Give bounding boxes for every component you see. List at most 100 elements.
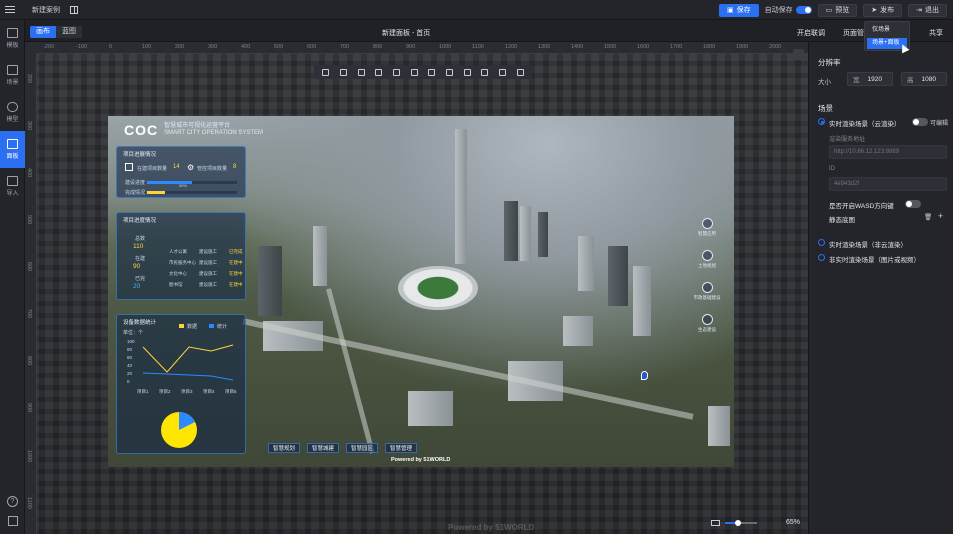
debug-toggle-link[interactable]: 开启联调 <box>797 28 825 38</box>
map-pin-icon[interactable] <box>641 371 648 380</box>
tab-canvas[interactable]: 画布 <box>30 26 56 38</box>
wasd-label: 是否开启WASD方向键 <box>829 203 894 210</box>
ruler-tick: 800 <box>26 356 32 366</box>
table-cell: 已完成 <box>229 249 243 254</box>
table-cell: 在建中 <box>229 271 243 276</box>
preview-button[interactable]: ▭ 预览 <box>817 3 858 17</box>
tab-smart-construction[interactable]: 智慧城建 <box>307 443 340 453</box>
smart-app-icon[interactable]: 智慧应用 <box>691 218 723 237</box>
distribute-h-icon[interactable] <box>463 68 471 76</box>
legend-swatch <box>179 324 184 328</box>
y-tick-label: 80 <box>127 347 133 352</box>
align-toolbar <box>314 65 532 79</box>
editable-toggle[interactable] <box>912 118 928 126</box>
zoom-slider-handle[interactable] <box>735 519 741 526</box>
autosave-toggle[interactable] <box>795 6 812 14</box>
nav-template[interactable]: 模板 <box>0 20 25 57</box>
fullscreen-icon[interactable] <box>7 516 18 526</box>
legend-swatch <box>209 324 214 328</box>
progress-track <box>147 181 237 184</box>
nav-model[interactable]: 模型 <box>0 94 25 131</box>
ruler-tick: 900 <box>406 44 416 50</box>
server-address-input[interactable]: http://10.66.12.123:8889 <box>829 145 947 159</box>
panel-title: 项目进度情况 <box>123 218 157 224</box>
width-input[interactable]: 宽 1920 <box>847 72 893 86</box>
ruler-tick: 800 <box>373 44 383 50</box>
delete-icon[interactable]: 🗑 <box>924 213 932 221</box>
y-tick-label: 0 <box>127 379 130 384</box>
align-top-icon[interactable] <box>410 68 418 76</box>
building <box>520 206 531 261</box>
nav-panel[interactable]: 面板 <box>0 131 25 168</box>
layers-icon[interactable] <box>793 49 804 60</box>
image-icon[interactable] <box>516 68 524 76</box>
panel-icon <box>7 139 18 149</box>
keyboard-icon[interactable] <box>711 519 720 526</box>
progress-fill <box>147 191 165 194</box>
tab-smart-management[interactable]: 智慧管理 <box>385 443 418 453</box>
layout-grid-icon[interactable] <box>70 5 78 14</box>
project-progress-panel[interactable]: 项目进展情况 在建项目数量 14 ⚙ 管控项目数量 8 建设进度 50% 完成情… <box>116 146 246 198</box>
tab-smart-park[interactable]: 智慧园区 <box>346 443 379 453</box>
option-cloud-render[interactable]: 实时渲染场景（云渲染） <box>829 118 901 128</box>
nav-import[interactable]: 导入 <box>0 168 25 205</box>
help-icon[interactable]: ? <box>7 496 18 507</box>
tab-smart-planning[interactable]: 智慧规划 <box>268 443 301 453</box>
align-right-icon[interactable] <box>392 68 400 76</box>
ecology-icon[interactable]: 生态建设 <box>691 314 723 333</box>
horizontal-ruler: -200 -100 0 100 200 300 400 500 600 700 800 900 1000… <box>37 42 808 54</box>
municipal-icon[interactable]: 市政基础建设 <box>691 282 723 301</box>
case-name[interactable]: 新建案例 <box>32 5 60 15</box>
publish-button[interactable]: ➤ 发布 <box>863 3 903 17</box>
y-tick-label: 60 <box>127 355 133 360</box>
x-tick-label: 项目3 <box>181 389 193 395</box>
editable-label: 可编辑 <box>930 121 949 127</box>
ruler-tick: 300 <box>26 121 32 131</box>
ruler-tick: 0 <box>109 44 113 50</box>
dashboard-preview[interactable]: COC 智慧城市可视化运营平台 SMART CITY OPERATION SYS… <box>108 116 734 467</box>
zoom-slider[interactable] <box>725 519 757 526</box>
series-line-blue <box>142 372 234 381</box>
tab-blueprint[interactable]: 蓝图 <box>56 26 82 38</box>
table-cell: 建设施工 <box>199 271 217 276</box>
ruler-tick: 1700 <box>670 44 683 50</box>
ruler-corner <box>25 42 37 54</box>
align-center-h-icon[interactable] <box>375 68 383 76</box>
project-schedule-panel[interactable]: 项目进度情况 总数 110 在建 90 已完 20 人才公寓 建设施工 已完成 市民服… <box>116 212 246 300</box>
height-input[interactable]: 高 1080 <box>901 72 947 86</box>
radio-local-render[interactable] <box>818 239 825 246</box>
land-planning-icon[interactable]: 土地规划 <box>691 250 723 269</box>
editor-canvas[interactable]: -200 -100 0 100 200 300 400 500 600 700 800 900 1000… <box>25 42 808 534</box>
id-input[interactable]: 4e943d2f <box>829 177 947 191</box>
wasd-toggle[interactable] <box>905 200 921 208</box>
ruler-tick: 900 <box>26 403 32 413</box>
hamburger-menu-icon[interactable] <box>0 0 20 20</box>
building <box>578 236 594 291</box>
ruler-tick: -200 <box>43 44 55 50</box>
share-link[interactable]: 共享 <box>929 28 943 38</box>
option-local-render[interactable]: 实时渲染场景（非云渲染） <box>829 239 907 249</box>
distribute-v-icon[interactable] <box>481 68 489 76</box>
exit-button[interactable]: ⇥ 退出 <box>908 3 947 17</box>
building <box>608 246 628 306</box>
radio-cloud-render[interactable] <box>818 118 825 125</box>
align-center-v-icon[interactable] <box>428 68 436 76</box>
style-brush-icon[interactable] <box>498 68 506 76</box>
device-stats-panel[interactable]: 设备数据统计 单位：个 数据 统计 100 80 60 40 20 0 项目1 项目2 项目3… <box>116 314 246 454</box>
nav-scene[interactable]: 场景 <box>0 57 25 94</box>
publish-scene-only[interactable]: 仅场景 <box>867 25 907 36</box>
gear-icon: ⚙ <box>187 163 195 172</box>
scene-bottom-tabs: 智慧规划 智慧城建 智慧园区 智慧管理 <box>268 443 418 453</box>
save-button[interactable]: ▣ 保存 <box>719 3 759 17</box>
building <box>633 266 651 336</box>
ruler-tick: 200 <box>175 44 185 50</box>
radio-static-media[interactable] <box>818 254 825 261</box>
option-static-media[interactable]: 非实时渲染场景（图片或视频） <box>829 254 920 264</box>
scene-title: 场景 <box>818 104 833 113</box>
redo-icon[interactable] <box>322 68 330 76</box>
align-left-icon[interactable] <box>357 68 365 76</box>
add-icon[interactable]: + <box>938 211 943 221</box>
low-building <box>408 391 453 426</box>
undo-icon[interactable] <box>339 68 347 76</box>
align-bottom-icon[interactable] <box>445 68 453 76</box>
